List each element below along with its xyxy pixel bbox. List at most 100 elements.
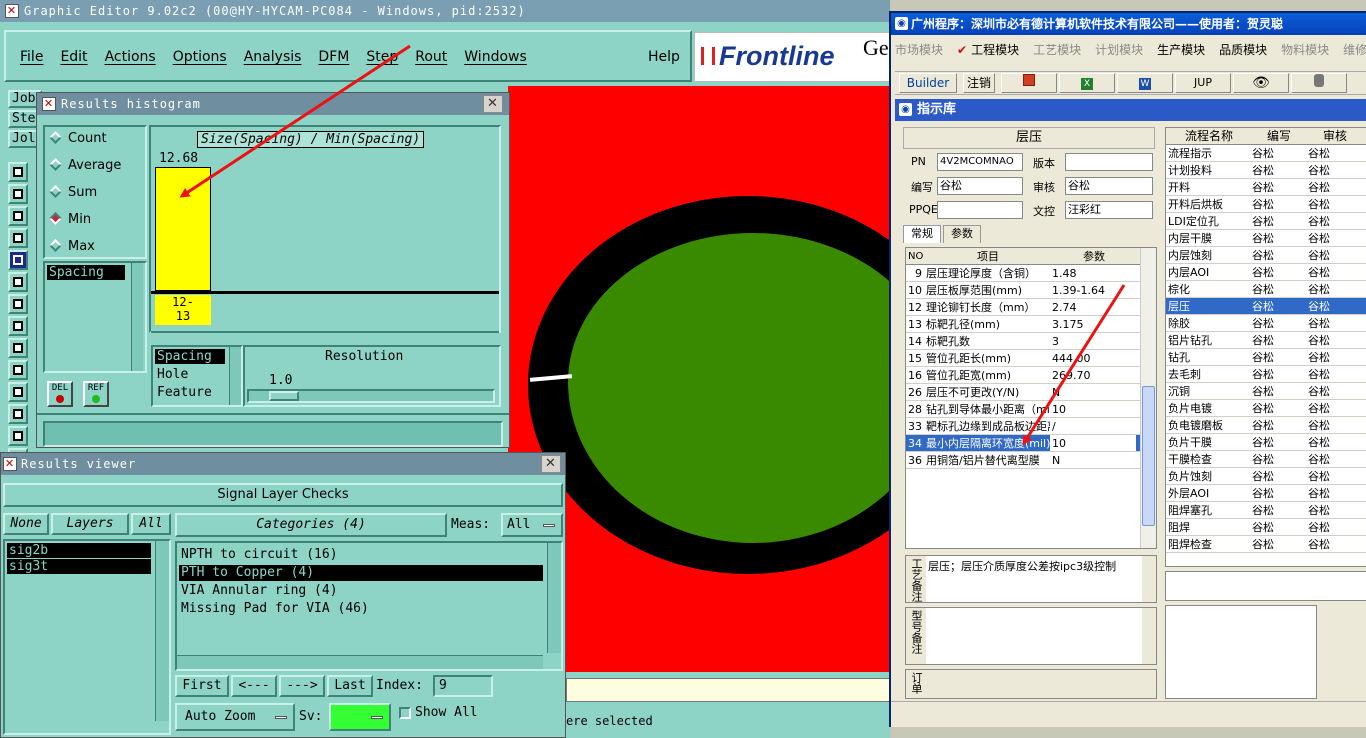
flow-row[interactable]: 棕化 谷松 谷松 xyxy=(1166,281,1366,298)
tab-0[interactable]: 常规 xyxy=(903,225,941,243)
doc-input[interactable]: 汪彩红 xyxy=(1065,201,1153,219)
menu-step[interactable]: Step xyxy=(366,49,398,65)
help-menu[interactable]: Help xyxy=(648,49,680,65)
param-row[interactable]: 15 管位孔距长(mm) 444.00 xyxy=(906,350,1156,367)
layer-item[interactable]: sig2b xyxy=(7,543,151,558)
ppqe-input[interactable] xyxy=(937,201,1023,219)
layer-toggle-button[interactable] xyxy=(8,272,28,292)
type-list-scrollbar[interactable] xyxy=(229,347,241,405)
module-0[interactable]: 市场模块 xyxy=(895,41,943,58)
viewer-titlebar[interactable]: ✕ Results viewer ✕ xyxy=(1,453,565,475)
layer-toggle-button[interactable] xyxy=(8,316,28,336)
show-all-checkbox[interactable] xyxy=(399,707,411,719)
param-row[interactable]: 36 用铜箔/铝片替代离型膜 N xyxy=(906,452,1156,469)
flow-row[interactable]: 计划投料 谷松 谷松 xyxy=(1166,162,1366,179)
category-item[interactable]: Missing Pad for VIA (46) xyxy=(179,601,543,617)
layer-toggle-button[interactable] xyxy=(8,426,28,446)
menu-file[interactable]: File xyxy=(20,49,43,65)
flow-row[interactable]: 负片蚀刻 谷松 谷松 xyxy=(1166,468,1366,485)
param-row[interactable]: 26 层压不可更改(Y/N) N xyxy=(906,384,1156,401)
mode-radio-average[interactable]: Average xyxy=(49,158,121,178)
flow-row[interactable]: 沉铜 谷松 谷松 xyxy=(1166,383,1366,400)
mode-radio-sum[interactable]: Sum xyxy=(49,185,97,205)
param-row[interactable]: 28 钻孔到导体最小距离（mil）10 xyxy=(906,401,1156,418)
graphic-editor-titlebar[interactable]: ✕ Graphic Editor 9.02c2 (00@HY-HYCAM-PC0… xyxy=(0,0,890,22)
database-icon[interactable] xyxy=(1291,73,1347,93)
cn-titlebar[interactable]: ◉ 广州程序：深圳市必有德计算机软件技术有限公司——使用者：贺灵聪 xyxy=(891,13,1366,35)
index-input[interactable]: 9 xyxy=(433,675,493,697)
category-item[interactable]: PTH to Copper (4) xyxy=(179,565,543,581)
type-item-feature[interactable]: Feature xyxy=(155,385,225,400)
mode-radio-min[interactable]: Min xyxy=(49,212,91,232)
layer-item[interactable]: sig3t xyxy=(7,559,151,574)
layer-toggle-button[interactable] xyxy=(8,294,28,314)
mode-radio-max[interactable]: Max xyxy=(49,239,95,259)
word-icon[interactable]: W xyxy=(1117,73,1173,93)
flow-row[interactable]: 外层AOI 谷松 谷松 xyxy=(1166,485,1366,502)
menu-rout[interactable]: Rout xyxy=(415,49,447,65)
module-1[interactable]: ✔ 工程模块 xyxy=(957,41,1019,58)
flow-row[interactable]: 铝片钻孔 谷松 谷松 xyxy=(1166,332,1366,349)
layer-toggle-button[interactable] xyxy=(8,184,28,204)
flow-row[interactable]: 开料 谷松 谷松 xyxy=(1166,179,1366,196)
review-input[interactable]: 谷松 xyxy=(1065,177,1153,195)
writer-input[interactable]: 谷松 xyxy=(937,177,1023,195)
powerpoint-icon[interactable] xyxy=(1001,73,1057,93)
layers-scrollbar[interactable] xyxy=(155,541,169,721)
histogram-list-scrollbar[interactable] xyxy=(131,263,143,371)
flow-row[interactable]: 阻焊检查 谷松 谷松 xyxy=(1166,536,1366,553)
layer-toggle-button[interactable] xyxy=(8,382,28,402)
flow-row[interactable]: 内层AOI 谷松 谷松 xyxy=(1166,264,1366,281)
flow-row[interactable]: 阻焊 谷松 谷松 xyxy=(1166,519,1366,536)
flow-row[interactable]: 内层蚀刻 谷松 谷松 xyxy=(1166,247,1366,264)
module-6[interactable]: 物料模块 xyxy=(1281,41,1329,58)
module-7[interactable]: 维修 xyxy=(1343,41,1366,58)
flow-row[interactable]: 除胶 谷松 谷松 xyxy=(1166,315,1366,332)
flow-row[interactable]: 流程指示 谷松 谷松 xyxy=(1166,145,1366,162)
layers-all-button[interactable]: All xyxy=(131,513,171,535)
flow-row[interactable]: 去毛刺 谷松 谷松 xyxy=(1166,366,1366,383)
module-4[interactable]: 生产模块 xyxy=(1157,41,1205,58)
jup-button[interactable]: JUP xyxy=(1175,73,1231,93)
param-row[interactable]: 13 标靶孔径(mm) 3.175 xyxy=(906,316,1156,333)
last-button[interactable]: Last xyxy=(327,675,373,697)
flow-row[interactable]: 负片干膜 谷松 谷松 xyxy=(1166,434,1366,451)
flow-row[interactable]: LDI定位孔 谷松 谷松 xyxy=(1166,213,1366,230)
module-3[interactable]: 计划模块 xyxy=(1095,41,1143,58)
resolution-slider-thumb[interactable] xyxy=(269,391,299,401)
meas-dropdown[interactable]: All xyxy=(501,513,563,537)
categories-hscrollbar[interactable] xyxy=(177,655,543,669)
menu-analysis[interactable]: Analysis xyxy=(244,49,302,65)
histogram-close-icon[interactable]: ✕ xyxy=(483,95,503,113)
menu-edit[interactable]: Edit xyxy=(60,49,87,65)
ref-button[interactable]: REF xyxy=(83,381,109,407)
del-button[interactable]: DEL xyxy=(47,381,73,407)
eye-icon[interactable]: 👁 xyxy=(1233,73,1289,93)
first-button[interactable]: First xyxy=(175,675,229,697)
module-5[interactable]: 品质模块 xyxy=(1219,41,1267,58)
category-item[interactable]: VIA Annular ring (4) xyxy=(179,583,543,599)
category-item[interactable]: NPTH to circuit (16) xyxy=(179,547,543,563)
param-row[interactable]: 10 层压板厚范围(mm) 1.39-1.64 xyxy=(906,282,1156,299)
flow-row[interactable]: 负电镀磨板 谷松 谷松 xyxy=(1166,417,1366,434)
param-row[interactable]: 9 层压理论厚度（含铜） 1.48 xyxy=(906,265,1156,282)
layer-toggle-button[interactable] xyxy=(8,228,28,248)
flow-row[interactable]: 干膜检查 谷松 谷松 xyxy=(1166,451,1366,468)
layer-toggle-button[interactable] xyxy=(8,162,28,182)
categories-vscrollbar[interactable] xyxy=(547,543,561,653)
layer-toggle-button[interactable] xyxy=(8,404,28,424)
viewer-close-icon[interactable]: ✕ xyxy=(541,455,561,473)
menu-dfm[interactable]: DFM xyxy=(318,49,349,65)
layer-toggle-button[interactable] xyxy=(8,360,28,380)
next-button[interactable]: ---> xyxy=(279,675,325,697)
param-row[interactable]: 33 靶标孔边缘到成品板边距离/ xyxy=(906,418,1156,435)
param-vscrollbar[interactable] xyxy=(1140,248,1156,548)
sv-color-dropdown[interactable] xyxy=(329,703,391,731)
flow-row[interactable]: 钻孔 谷松 谷松 xyxy=(1166,349,1366,366)
mode-radio-count[interactable]: Count xyxy=(49,131,107,151)
resolution-slider[interactable] xyxy=(247,389,495,403)
param-row[interactable]: 16 管位孔距宽(mm) 269.70 xyxy=(906,367,1156,384)
param-scroll-thumb[interactable] xyxy=(1142,386,1155,526)
chart-hscrollbar[interactable] xyxy=(151,331,499,333)
version-input[interactable] xyxy=(1065,153,1153,171)
